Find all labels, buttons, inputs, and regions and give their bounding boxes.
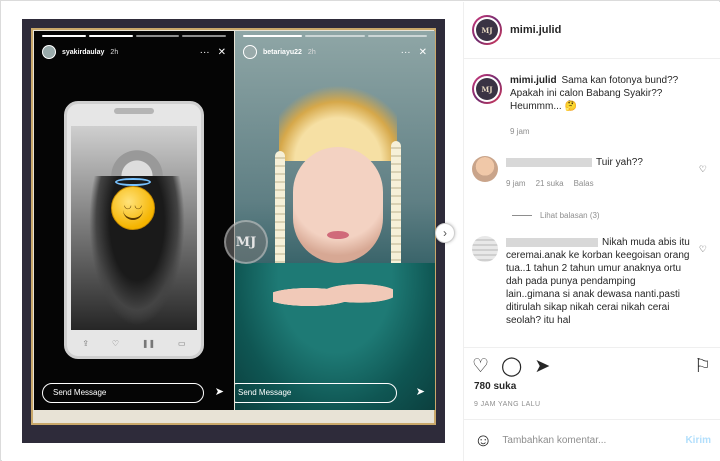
phone-screen: ◡ ◡: [71, 126, 197, 330]
post-time: 9 JAM YANG LALU: [474, 401, 541, 408]
story-username: syakirdaulay: [62, 48, 105, 56]
comment-text: Tuir yah??: [596, 157, 643, 168]
bride-lips: [327, 231, 349, 239]
story-screenshot-right: betariayu22 2h ··· ✕ Send Message ➤: [235, 31, 435, 410]
bride-face: [293, 147, 383, 263]
reply-button[interactable]: Balas: [574, 177, 594, 190]
avatar-logo: MJ: [476, 19, 498, 41]
post-actions: ♡ ◯ ➤ ⚐ 780 suka 9 JAM YANG LALU: [464, 347, 720, 419]
avatar[interactable]: MJ: [472, 15, 502, 45]
comment-input[interactable]: [502, 435, 676, 446]
story-time: 2h: [110, 48, 119, 56]
caption-time: 9 jam: [510, 127, 530, 136]
trash-icon: ▭: [178, 338, 186, 348]
story-avatar: [42, 45, 56, 59]
bride-crown-bw: [99, 142, 175, 176]
more-icon: ···: [199, 46, 210, 58]
story-time: 2h: [307, 48, 316, 56]
caption-username[interactable]: mimi.julid: [510, 75, 557, 86]
share-icon: ⇪: [82, 338, 90, 348]
heart-icon: ♡: [111, 338, 120, 348]
close-icon: ✕: [418, 46, 427, 58]
emoji-icon[interactable]: ☺: [474, 430, 492, 451]
chevron-right-icon[interactable]: ›: [435, 223, 455, 243]
view-replies-label[interactable]: Lihat balasan (3): [540, 211, 600, 220]
media-outer-frame: syakirdaulay 2h ··· ✕ ◡ ◡ ⇪ ♡ ❚❚ ▭ Send …: [22, 19, 445, 443]
add-comment-bar: ☺ Kirim: [464, 419, 720, 461]
story-progress-bar: [243, 35, 427, 37]
instagram-post-modal: syakirdaulay 2h ··· ✕ ◡ ◡ ⇪ ♡ ❚❚ ▭ Send …: [0, 0, 720, 461]
post-comment-button[interactable]: Kirim: [685, 435, 711, 446]
phone-photo: ◡ ◡ ⇪ ♡ ❚❚ ▭: [64, 101, 204, 359]
avatar-logo: MJ: [476, 78, 498, 100]
more-icon: ···: [400, 46, 411, 58]
phone-toolbar: ⇪ ♡ ❚❚ ▭: [71, 336, 197, 350]
caption: MJ mimi.julid Sama kan fotonya bund?? Ap…: [472, 74, 713, 138]
list-item: Nikah muda abis itu ceremai.anak ke korb…: [472, 236, 713, 327]
comment-likes[interactable]: 21 suka: [536, 177, 564, 190]
comment-time: 9 jam: [506, 179, 526, 188]
post-media: syakirdaulay 2h ··· ✕ ◡ ◡ ⇪ ♡ ❚❚ ▭ Send …: [2, 2, 463, 461]
media-gold-frame: syakirdaulay 2h ··· ✕ ◡ ◡ ⇪ ♡ ❚❚ ▭ Send …: [31, 28, 436, 425]
story-screenshot-left: syakirdaulay 2h ··· ✕ ◡ ◡ ⇪ ♡ ❚❚ ▭ Send …: [34, 31, 234, 410]
header-username[interactable]: mimi.julid: [510, 24, 561, 36]
story-avatar: [243, 45, 257, 59]
comment-text: Nikah muda abis itu ceremai.anak ke korb…: [506, 237, 690, 326]
replies-divider: [512, 215, 532, 216]
post-header: MJ mimi.julid: [464, 2, 720, 59]
heart-icon[interactable]: ♡: [472, 355, 489, 378]
view-replies[interactable]: Lihat balasan (3): [512, 211, 600, 220]
halo-emoji-halo: [115, 178, 151, 186]
blurred-username: [506, 237, 598, 247]
blurred-username: [506, 157, 592, 167]
phone-notch: [114, 108, 154, 114]
pause-icon: ❚❚: [141, 338, 156, 348]
close-icon: ✕: [217, 46, 226, 58]
avatar[interactable]: MJ: [472, 74, 502, 104]
heart-icon[interactable]: ♡: [699, 164, 707, 175]
story-username: betariayu22: [263, 48, 302, 56]
story-header: betariayu22 2h ··· ✕: [243, 43, 427, 61]
likes-count[interactable]: 780 suka: [474, 381, 516, 392]
comment-icon[interactable]: ◯: [501, 355, 522, 378]
bride-hands: [273, 279, 393, 315]
bookmark-icon[interactable]: ⚐: [694, 355, 711, 378]
heart-icon[interactable]: ♡: [699, 244, 707, 255]
mj-watermark-logo: MJ: [224, 220, 268, 264]
paper-plane-icon[interactable]: ➤: [534, 355, 550, 378]
send-message-field: Send Message: [42, 383, 204, 403]
paper-plane-icon: ➤: [214, 386, 224, 398]
list-item: Tuir yah?? 9 jam 21 suka Balas: [472, 156, 713, 190]
avatar[interactable]: [472, 156, 498, 182]
comments-list: MJ mimi.julid Sama kan fotonya bund?? Ap…: [464, 60, 720, 347]
story-header: syakirdaulay 2h ··· ✕: [42, 43, 226, 61]
paper-plane-icon: ➤: [415, 386, 425, 398]
post-sidebar: MJ mimi.julid MJ mimi.julid Sama kan fot…: [463, 2, 720, 461]
story-progress-bar: [42, 35, 226, 37]
send-message-field: Send Message: [235, 383, 397, 403]
avatar[interactable]: [472, 236, 498, 262]
